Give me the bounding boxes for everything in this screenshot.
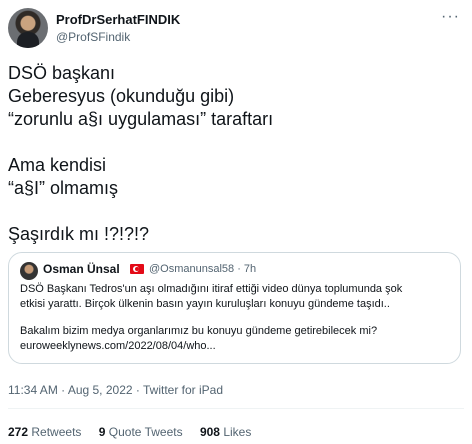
tweet-line: Ama kendisi <box>8 155 107 175</box>
engagement-stats: 272 Retweets 9 Quote Tweets 908 Likes <box>8 425 265 439</box>
retweets-label: Retweets <box>31 425 82 439</box>
quotes-stat[interactable]: 9 Quote Tweets <box>99 425 183 439</box>
likes-count: 908 <box>199 425 220 439</box>
tweet-line: Geberesyus (okunduğu gibi) <box>8 86 235 106</box>
retweets-count: 272 <box>8 425 29 439</box>
quoted-line: Bakalım bizim medya organlarımız bu konu… <box>20 325 378 337</box>
quoted-line: DSÖ Başkanı Tedros'un aşı olmadığını iti… <box>20 283 403 295</box>
likes-label: Likes <box>223 425 252 439</box>
divider-top <box>8 408 464 409</box>
tweet-text: DSÖ başkanı Geberesyus (okunduğu gibi) “zo… <box>8 62 458 246</box>
tweet-timestamp[interactable]: 11:34 AM · Aug 5, 2022 · Twitter for iPa… <box>8 383 223 397</box>
retweets-stat[interactable]: 272 Retweets <box>8 425 81 439</box>
likes-stat[interactable]: 908 Likes <box>200 425 251 439</box>
quoted-meta: @Osmanunsal58 · 7h <box>149 263 257 275</box>
quoted-line: euroweeklynews.com/2022/08/04/who... <box>20 340 216 352</box>
author-handle[interactable]: @ProfSFindik <box>56 30 130 44</box>
quotes-count: 9 <box>98 425 106 439</box>
tweet-line: Şaşırdık mı !?!?!? <box>8 224 150 244</box>
quoted-author-name[interactable]: Osman Ünsal <box>43 262 120 276</box>
quoted-line: etkisi yarattı. Birçok ülkenin basın yay… <box>20 298 390 310</box>
tweet-line: DSÖ başkanı <box>8 63 116 83</box>
turkey-flag-icon <box>130 264 144 274</box>
tweet-line: “zorunlu a§ı uygulaması” taraftarı <box>8 109 274 129</box>
tweet-line: “a§I” olmamış <box>8 178 119 198</box>
author-name[interactable]: ProfDrSerhatFINDIK <box>56 12 180 27</box>
quoted-avatar[interactable] <box>20 262 38 280</box>
quotes-label: Quote Tweets <box>108 425 183 439</box>
more-options-icon[interactable]: ··· <box>441 8 460 26</box>
author-avatar[interactable] <box>8 8 48 48</box>
quoted-tweet[interactable]: Osman Ünsal @Osmanunsal58 · 7h DSÖ Başka… <box>8 252 461 364</box>
quoted-text: DSÖ Başkanı Tedros'un aşı olmadığını iti… <box>20 282 450 354</box>
